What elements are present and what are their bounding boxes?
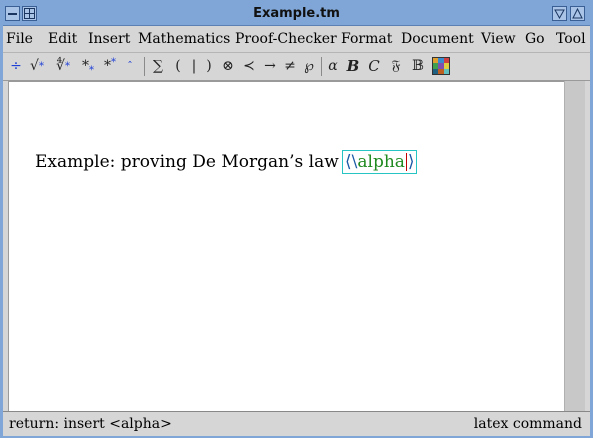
subscript-button[interactable]: * * bbox=[79, 56, 97, 76]
accent-hat-button[interactable]: ˆ bbox=[123, 56, 137, 76]
status-bar: return: insert <alpha> latex command bbox=[3, 411, 590, 436]
placeholder-star-icon: * bbox=[38, 60, 44, 72]
star-icon: * bbox=[104, 58, 111, 74]
status-message: return: insert <alpha> bbox=[9, 416, 172, 432]
menu-go[interactable]: Go bbox=[525, 31, 545, 47]
otimes-button[interactable]: ⊗ bbox=[219, 56, 237, 76]
minimize-button[interactable] bbox=[552, 6, 567, 21]
triangle-down-icon bbox=[554, 9, 565, 19]
arrow-button[interactable]: → bbox=[260, 56, 280, 76]
left-paren-button[interactable]: ( bbox=[171, 56, 185, 76]
status-mode: latex command bbox=[473, 416, 582, 432]
menu-insert[interactable]: Insert bbox=[88, 31, 130, 47]
vertical-scrollbar[interactable] bbox=[564, 81, 585, 411]
prec-button[interactable]: ≺ bbox=[240, 56, 258, 76]
fraction-button[interactable]: ÷ bbox=[9, 56, 23, 76]
menu-document[interactable]: Document bbox=[401, 31, 474, 47]
title-bar[interactable]: Example.tm bbox=[3, 3, 590, 26]
right-paren-button[interactable]: ) bbox=[202, 56, 216, 76]
math-toolbar: ÷ √ * ∜ * * * * * ˆ ∑ ( | ) ⊗ ≺ → ≠ ℘ α B C … bbox=[3, 52, 590, 81]
document-text: Example: proving De Morgan’s law bbox=[35, 152, 339, 172]
menu-proof-checker[interactable]: Proof-Checker bbox=[235, 31, 337, 47]
neq-button[interactable]: ≠ bbox=[281, 56, 299, 76]
toolbar-separator bbox=[321, 57, 322, 76]
superscript-button[interactable]: * * bbox=[101, 56, 119, 76]
triangle-up-icon bbox=[572, 8, 583, 19]
toolbar-separator bbox=[144, 57, 145, 76]
menu-edit[interactable]: Edit bbox=[48, 31, 77, 47]
weierstrass-p-button[interactable]: ℘ bbox=[300, 56, 318, 76]
superscript-star-icon: * bbox=[111, 56, 116, 68]
calligraphic-button[interactable]: C bbox=[365, 56, 383, 76]
menu-format[interactable]: Format bbox=[341, 31, 392, 47]
hat-icon: ˆ bbox=[127, 59, 133, 73]
macro-name: alpha bbox=[357, 152, 405, 172]
macro-open-bracket: ⟨ bbox=[345, 152, 352, 172]
menu-bar: File Edit Insert Mathematics Proof-Check… bbox=[3, 26, 590, 52]
menu-view[interactable]: View bbox=[481, 31, 516, 47]
window-title: Example.tm bbox=[253, 6, 340, 21]
bar-button[interactable]: | bbox=[187, 56, 201, 76]
document-canvas[interactable]: Example: proving De Morgan’s law ⟨ \ alp… bbox=[8, 81, 565, 412]
maximize-button[interactable] bbox=[570, 6, 585, 21]
menu-mathematics[interactable]: Mathematics bbox=[138, 31, 230, 47]
sqrt-button[interactable]: √ * bbox=[27, 56, 47, 76]
latex-command-box[interactable]: ⟨ \ alpha ⟩ bbox=[342, 150, 417, 174]
bold-button[interactable]: B bbox=[344, 56, 362, 76]
fraktur-button[interactable]: 𝔉 bbox=[387, 56, 405, 76]
macro-close-bracket: ⟩ bbox=[407, 152, 415, 172]
text-cursor bbox=[405, 153, 407, 171]
app-window: Example.tm File Edit Insert Mathematics … bbox=[0, 0, 593, 438]
menu-file[interactable]: File bbox=[6, 31, 33, 47]
nth-root-icon: ∜ bbox=[56, 58, 65, 74]
color-palette-icon bbox=[432, 57, 450, 75]
nth-root-button[interactable]: ∜ * bbox=[53, 56, 73, 76]
big-operator-button[interactable]: ∑ bbox=[148, 56, 168, 76]
placeholder-star-icon: * bbox=[64, 60, 70, 72]
color-palette-button[interactable] bbox=[431, 56, 451, 76]
sqrt-icon: √ bbox=[30, 58, 39, 74]
star-icon: * bbox=[82, 58, 89, 74]
subscript-star-icon: * bbox=[89, 64, 94, 76]
blackboard-bold-button[interactable]: 𝔹 bbox=[409, 56, 427, 76]
greek-alpha-button[interactable]: α bbox=[324, 56, 342, 76]
menu-tools[interactable]: Tool bbox=[556, 31, 586, 47]
